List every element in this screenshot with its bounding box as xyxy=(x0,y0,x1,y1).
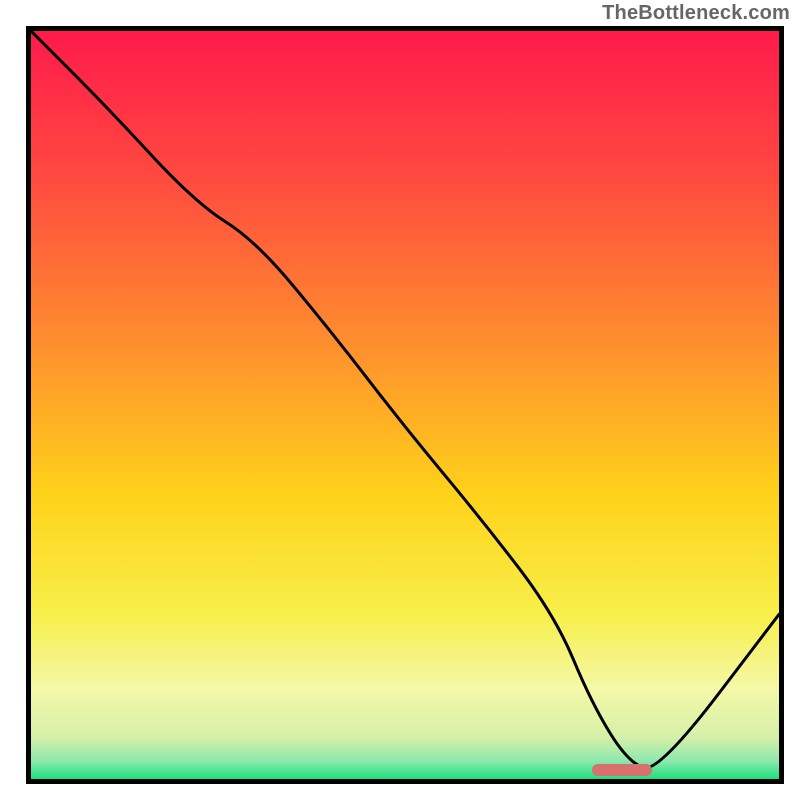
watermark-text: TheBottleneck.com xyxy=(602,2,790,25)
chart-stage: TheBottleneck.com xyxy=(0,0,800,800)
bottleneck-curve xyxy=(31,31,779,779)
minimum-marker xyxy=(592,764,652,776)
plot-area xyxy=(26,26,784,784)
